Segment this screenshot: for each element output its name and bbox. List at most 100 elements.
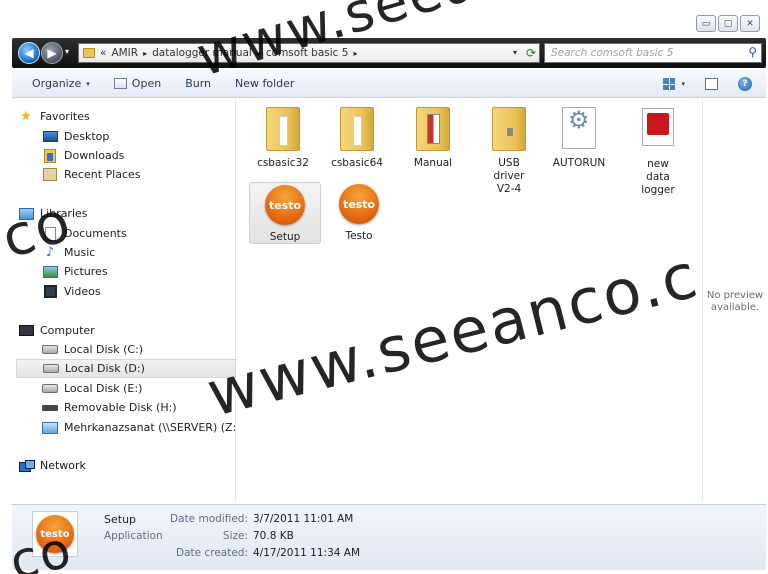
sidebar-label: Music (64, 246, 96, 259)
file-item-autorun[interactable]: AUTORUN (543, 104, 615, 170)
sidebar-label: Desktop (64, 130, 110, 143)
search-icon[interactable]: ⚲ (748, 45, 757, 59)
desktop-icon (42, 130, 58, 144)
sidebar-label: Videos (64, 285, 101, 298)
breadcrumb-datalogger-manual[interactable]: datalogger manual (152, 47, 252, 59)
chevron-right-icon[interactable]: ▸ (353, 49, 357, 58)
chevron-right-icon[interactable]: ▸ (257, 49, 261, 58)
file-name: Manual (413, 157, 453, 169)
organize-button[interactable]: Organize ▾ (12, 70, 102, 97)
breadcrumb-comsoft-basic-5[interactable]: comsoft basic 5 (266, 47, 349, 59)
details-created-value: 4/17/2011 11:34 AM (253, 547, 361, 559)
testo-app-icon: testo (339, 184, 379, 224)
pictures-icon (42, 265, 58, 279)
file-item-setup[interactable]: testo Setup (249, 182, 321, 244)
details-size-label: Size: (222, 530, 248, 542)
address-overflow-icon[interactable]: « (100, 47, 106, 59)
sidebar-item-videos[interactable]: Videos (42, 282, 234, 301)
folder-icon (263, 107, 303, 153)
details-thumbnail: testo (32, 511, 78, 557)
sidebar-item-pictures[interactable]: Pictures (42, 262, 234, 281)
sidebar-label: Documents (64, 227, 127, 240)
file-name: Setup (269, 231, 301, 243)
settings-file-icon (559, 107, 599, 153)
command-toolbar: Organize ▾ Open Burn New folder ▾ ? (12, 70, 766, 98)
file-item-usb-driver[interactable]: USB driver V2-4 (473, 104, 545, 196)
new-folder-button[interactable]: New folder (223, 70, 306, 97)
close-button[interactable]: ✕ (740, 15, 760, 32)
details-created-label: Date created: (176, 547, 248, 559)
sidebar-label: Network (40, 459, 86, 472)
sidebar-label: Pictures (64, 265, 108, 278)
breadcrumb-amir[interactable]: AMIR (111, 47, 138, 59)
preview-pane-icon[interactable] (705, 78, 718, 90)
forward-button[interactable]: ▶ (41, 42, 63, 64)
file-list: csbasic32 csbasic64 Manual USB driver V2… (237, 100, 701, 502)
sidebar-item-local-disk-e[interactable]: Local Disk (E:) (42, 379, 234, 398)
file-item-csbasic32[interactable]: csbasic32 (247, 104, 319, 170)
music-icon: ♪ (45, 245, 55, 260)
open-button[interactable]: Open (102, 70, 173, 97)
sidebar-libraries[interactable]: Libraries (18, 204, 236, 223)
downloads-icon (42, 148, 58, 163)
sidebar-item-local-disk-d[interactable]: Local Disk (D:) (16, 359, 236, 378)
toolbar-right: ▾ ? (663, 70, 752, 98)
navigation-bar: ◀ ▶ ▾ « AMIR ▸ datalogger manual ▸ comso… (12, 38, 766, 68)
details-modified-label: Date modified: (170, 513, 248, 525)
sidebar-label: Local Disk (D:) (65, 362, 145, 375)
burn-label: Burn (185, 77, 212, 90)
sidebar-item-recent-places[interactable]: Recent Places (42, 165, 234, 184)
sidebar-label: Local Disk (E:) (64, 382, 143, 395)
details-pane: testo Setup Application Date modified: 3… (12, 504, 766, 570)
file-item-manual[interactable]: Manual (397, 104, 469, 170)
views-icon (663, 78, 676, 90)
file-item-testo[interactable]: testo Testo (323, 182, 395, 243)
sidebar-item-downloads[interactable]: Downloads (42, 146, 234, 165)
sidebar-item-removable-disk-h[interactable]: Removable Disk (H:) (42, 398, 234, 417)
sidebar-label: Libraries (40, 207, 88, 220)
hard-drive-icon (42, 382, 58, 396)
recent-pages-button[interactable]: ▾ (65, 47, 69, 56)
sidebar-computer[interactable]: Computer (18, 321, 236, 340)
network-drive-icon (42, 421, 58, 435)
file-name: AUTORUN (552, 157, 606, 169)
sidebar-label: Computer (40, 324, 95, 337)
search-input[interactable]: Search comsoft basic 5 ⚲ (544, 43, 762, 63)
file-name: csbasic32 (257, 157, 309, 169)
application-icon (113, 78, 127, 89)
open-label: Open (131, 77, 162, 90)
details-size-value: 70.8 KB (253, 530, 294, 542)
sidebar-favorites[interactable]: ★ Favorites (18, 107, 236, 126)
testo-app-icon: testo (265, 185, 305, 225)
refresh-icon[interactable]: ⟳ (526, 46, 536, 60)
sidebar-item-local-disk-c[interactable]: Local Disk (C:) (42, 340, 234, 359)
file-item-new-data-logger[interactable]: new data logger (622, 104, 694, 197)
details-modified-value: 3/7/2011 11:01 AM (253, 513, 354, 525)
address-bar[interactable]: « AMIR ▸ datalogger manual ▸ comsoft bas… (78, 43, 540, 63)
sidebar-item-network-drive-z[interactable]: Mehrkanazsanat (\\SERVER) (Z:) (42, 418, 241, 437)
chevron-right-icon[interactable]: ▸ (143, 49, 147, 58)
computer-icon (18, 324, 34, 338)
organize-label: Organize (32, 77, 82, 90)
minimize-button[interactable]: ▭ (696, 15, 716, 32)
maximize-button[interactable]: ▢ (718, 15, 738, 32)
chevron-down-icon: ▾ (681, 80, 685, 88)
sidebar-network[interactable]: Network (18, 456, 236, 475)
help-icon[interactable]: ? (738, 77, 752, 91)
address-dropdown-icon[interactable]: ▾ (513, 48, 517, 57)
burn-button[interactable]: Burn (173, 70, 223, 97)
sidebar-label: Favorites (40, 110, 90, 123)
sidebar-label: Mehrkanazsanat (\\SERVER) (Z:) (64, 421, 241, 434)
sidebar-item-music[interactable]: ♪ Music (42, 243, 234, 262)
folder-icon (489, 107, 529, 153)
window-controls: ▭ ▢ ✕ (696, 15, 760, 32)
file-name: Testo (345, 230, 373, 242)
recent-places-icon (42, 168, 58, 182)
sidebar-item-desktop[interactable]: Desktop (42, 127, 234, 146)
back-button[interactable]: ◀ (18, 42, 40, 64)
sidebar-item-documents[interactable]: Documents (42, 224, 234, 243)
change-view-button[interactable]: ▾ (663, 78, 685, 90)
file-name: USB driver V2-4 (493, 157, 525, 195)
search-placeholder: Search comsoft basic 5 (551, 47, 674, 59)
file-item-csbasic64[interactable]: csbasic64 (321, 104, 393, 170)
